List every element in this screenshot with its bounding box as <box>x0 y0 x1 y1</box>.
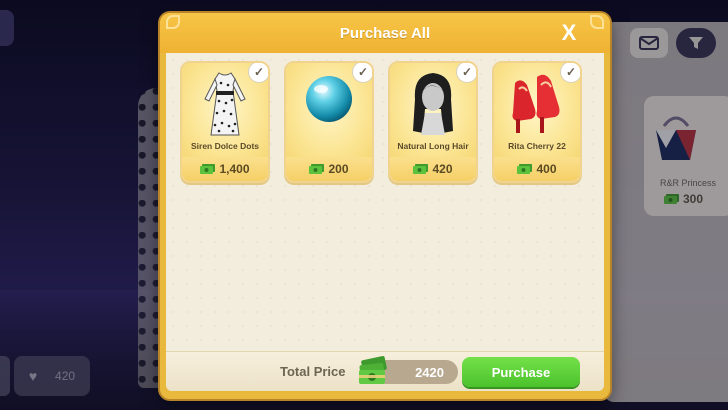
dialog-title: Purchase All <box>339 24 431 42</box>
corner-ornament <box>166 15 180 29</box>
cash-icon <box>309 164 325 174</box>
item-price-value: 200 <box>328 162 349 176</box>
corner-ornament <box>590 15 604 29</box>
cash-icon <box>413 164 429 174</box>
red-heels-icon <box>512 74 560 133</box>
item-price-value: 420 <box>432 162 453 176</box>
selected-check-icon[interactable]: ✓ <box>248 63 268 83</box>
selected-check-icon[interactable]: ✓ <box>456 63 476 83</box>
cash-stack-icon <box>359 356 387 384</box>
item-price: 400 <box>494 157 580 181</box>
total-price-label: Total Price <box>280 364 346 379</box>
item-price-value: 400 <box>536 162 557 176</box>
item-card-hair[interactable]: Natural Long Hair 420 ✓ <box>388 61 478 183</box>
items-list: Siren Dolce Dots 1,400 ✓ 200 ✓ Natural L… <box>180 61 582 183</box>
dialog-body: Siren Dolce Dots 1,400 ✓ 200 ✓ Natural L… <box>166 53 604 391</box>
item-card-dress[interactable]: Siren Dolce Dots 1,400 ✓ <box>180 61 270 183</box>
purchase-button[interactable]: Purchase <box>462 357 580 387</box>
hair-icon <box>413 73 453 135</box>
dress-icon <box>204 72 246 136</box>
item-name: Natural Long Hair <box>397 141 469 151</box>
selected-check-icon[interactable]: ✓ <box>352 63 372 83</box>
pearl-icon <box>306 76 352 122</box>
item-card-red-heels[interactable]: Rita Cherry 22 400 ✓ <box>492 61 582 183</box>
close-button[interactable]: X <box>556 20 582 46</box>
item-price: 200 <box>286 157 372 181</box>
dialog-footer: Total Price 2420 Purchase <box>166 351 604 391</box>
item-price: 420 <box>390 157 476 181</box>
item-name: Rita Cherry 22 <box>508 141 566 151</box>
item-card-pearl[interactable]: 200 ✓ <box>284 61 374 183</box>
total-price-value: 2420 <box>415 364 444 380</box>
cash-icon <box>200 164 216 174</box>
selected-check-icon[interactable]: ✓ <box>560 63 580 83</box>
purchase-all-dialog: Purchase All X Siren Dolce Dots 1,400 ✓ … <box>160 13 610 399</box>
item-price-value: 1,400 <box>219 162 250 176</box>
item-name: Siren Dolce Dots <box>190 141 260 151</box>
dialog-header: Purchase All X <box>160 13 610 53</box>
item-price: 1,400 <box>182 157 268 181</box>
cash-icon <box>517 164 533 174</box>
